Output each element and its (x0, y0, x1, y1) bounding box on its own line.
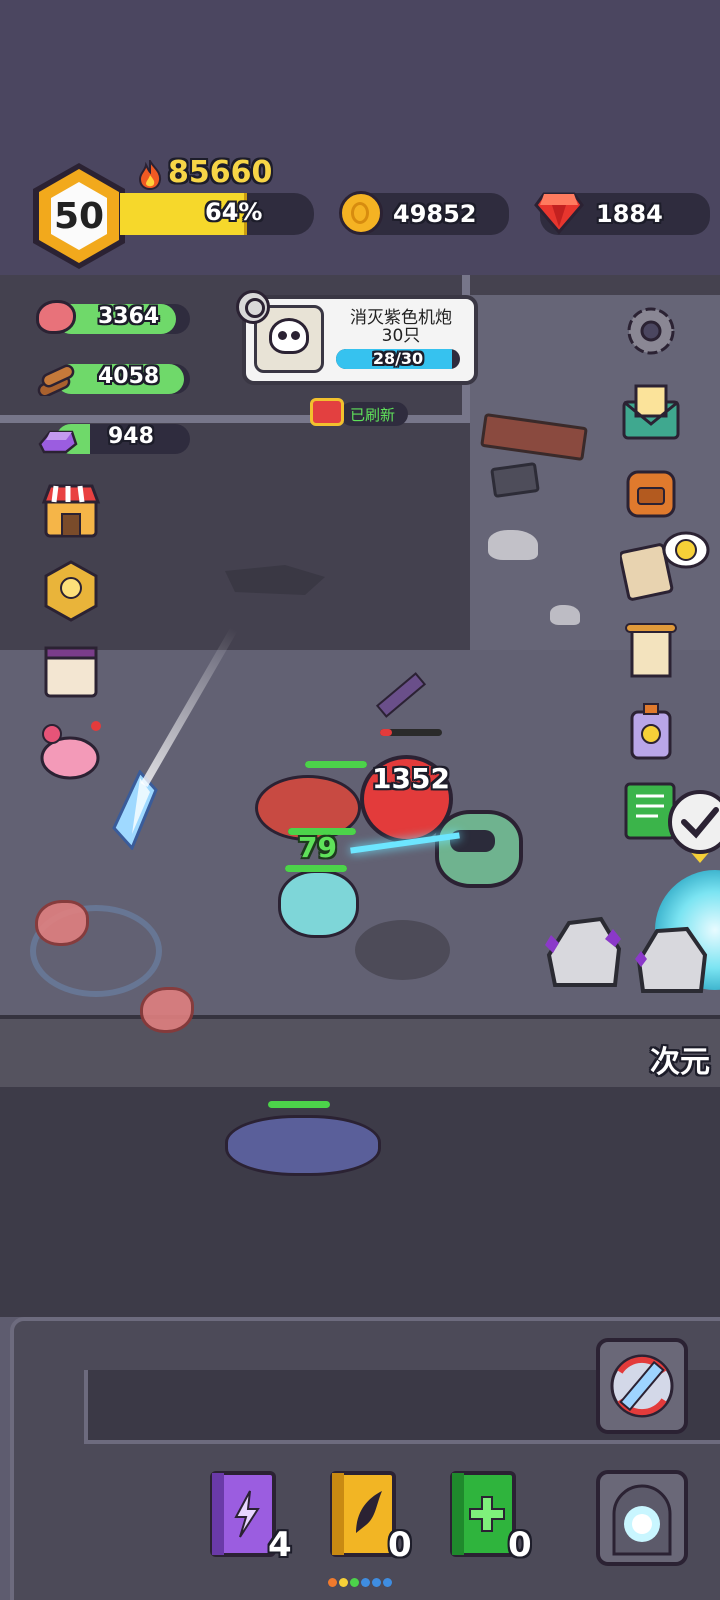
shop-icon[interactable] (40, 480, 102, 542)
pagination-dots (328, 1578, 398, 1588)
scroll-icon[interactable] (620, 620, 682, 682)
quest-search-icon[interactable] (236, 290, 270, 324)
skill-book-wing[interactable]: 0 (326, 1465, 416, 1570)
enemy-health-bar (380, 729, 442, 736)
gold-coin-icon (339, 191, 383, 235)
meat-drop-1[interactable] (35, 900, 89, 946)
level-number: 50 (53, 196, 105, 237)
crystal-projectile (110, 769, 160, 851)
pink-pet-icon[interactable] (38, 720, 101, 782)
crystal-rock-1[interactable] (545, 915, 625, 993)
xp-percent: 64% (205, 198, 263, 226)
quest-progress-label: 28/30 (372, 349, 424, 368)
hero-health-bar-4 (268, 1101, 330, 1108)
auto-attack-button[interactable] (596, 1338, 688, 1434)
calendar-icon[interactable] (40, 640, 102, 702)
hero-health-bar-1 (305, 761, 367, 768)
gem-counter[interactable]: 1884 (534, 192, 710, 235)
wood-value: 4058 (98, 364, 160, 389)
gold-counter[interactable]: 49852 (339, 191, 509, 235)
skull-map-icon[interactable] (618, 530, 710, 601)
skill-count-wing: 0 (388, 1525, 412, 1565)
rank-badge-icon[interactable] (40, 560, 102, 622)
top-hud: 50 85660 64% 49852 1884 (0, 0, 720, 275)
gem-value: 1884 (596, 200, 663, 228)
quest-title-line2: 30只 (381, 326, 421, 346)
portal-gate-button[interactable] (596, 1470, 688, 1566)
purple-ingot-icon (36, 424, 78, 454)
portal-label: 次元 (650, 1045, 710, 1080)
damage-number: 1352 (372, 762, 450, 795)
skill-book-lightning[interactable]: 4 (206, 1465, 296, 1570)
settings-gear-icon[interactable] (620, 300, 682, 362)
resource-meat[interactable]: 3364 (36, 300, 192, 336)
bunny-hero[interactable] (278, 870, 359, 938)
skull-icon (269, 318, 309, 354)
corridor-ledge (0, 1015, 720, 1091)
potion-skull-icon[interactable] (620, 700, 682, 762)
chest-icon (310, 398, 344, 426)
resource-wood[interactable]: 4058 (36, 362, 192, 398)
level-badge[interactable]: 50 (28, 160, 130, 272)
crystal-value: 948 (108, 424, 154, 449)
fire-icon (136, 157, 164, 191)
ruby-icon (534, 189, 584, 235)
backpack-icon[interactable] (620, 460, 682, 522)
rock-debris-small (550, 605, 580, 625)
resource-crystal[interactable]: 948 (36, 422, 192, 456)
check-icon[interactable] (668, 790, 720, 854)
corridor (0, 1087, 720, 1317)
heal-number: 79 (298, 831, 337, 864)
crystal-rock-2[interactable] (635, 925, 710, 997)
meat-drop-2[interactable] (140, 987, 194, 1033)
stone-debris (490, 461, 540, 499)
gold-value: 49852 (393, 200, 477, 228)
power-value: 85660 (168, 155, 273, 190)
skill-count-lightning: 4 (268, 1525, 292, 1565)
meat-value: 3364 (98, 304, 160, 329)
dragon-hero[interactable] (225, 1115, 381, 1176)
refresh-badge: 已刷新 (310, 398, 408, 426)
skill-book-heal[interactable]: 0 (446, 1465, 536, 1570)
wood-icon (36, 362, 76, 398)
hero-health-bar-3 (285, 865, 347, 872)
skill-count-heal: 0 (508, 1525, 532, 1565)
quest-panel[interactable]: 消灭紫色机炮 30只 28/30 (242, 295, 478, 385)
shadow (355, 920, 450, 980)
rock-debris (488, 530, 538, 560)
mail-icon[interactable] (620, 380, 682, 442)
meat-icon (36, 300, 76, 334)
refresh-label: 已刷新 (350, 406, 396, 424)
